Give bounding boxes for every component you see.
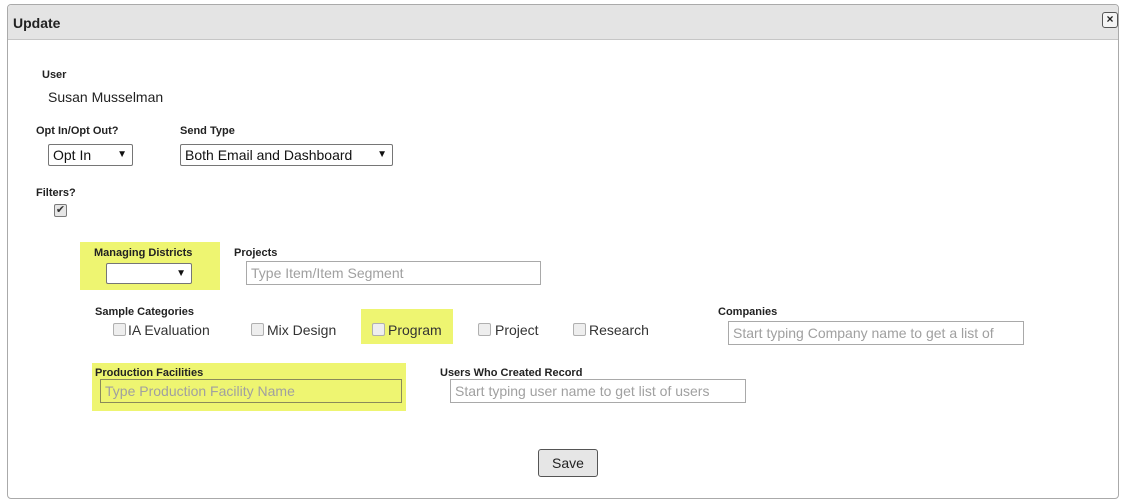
close-icon: × — [1106, 12, 1114, 26]
dialog-title: Update — [13, 15, 61, 31]
chevron-down-icon: ▼ — [176, 268, 186, 279]
ia-evaluation-checkbox[interactable] — [113, 323, 126, 336]
filters-label: Filters? — [36, 187, 76, 199]
program-label: Program — [388, 322, 442, 338]
checkmark-icon: ✔ — [55, 204, 66, 216]
send-type-select-value: Both Email and Dashboard — [185, 147, 353, 163]
companies-label: Companies — [718, 306, 778, 318]
chevron-down-icon: ▼ — [117, 149, 127, 160]
managing-districts-select[interactable]: ▼ — [106, 263, 192, 284]
update-dialog: Update × User Susan Musselman Opt In/Opt… — [7, 4, 1119, 499]
production-facilities-input[interactable]: Type Production Facility Name — [100, 379, 402, 403]
managing-districts-label: Managing Districts — [94, 247, 193, 259]
send-type-label: Send Type — [180, 125, 235, 137]
send-type-select[interactable]: Both Email and Dashboard ▼ — [180, 144, 393, 166]
program-checkbox[interactable] — [372, 323, 385, 336]
user-value: Susan Musselman — [48, 89, 164, 105]
project-checkbox[interactable] — [478, 323, 491, 336]
research-checkbox[interactable] — [573, 323, 586, 336]
chevron-down-icon: ▼ — [377, 149, 387, 160]
production-facilities-label: Production Facilities — [95, 367, 204, 379]
mix-design-label: Mix Design — [267, 322, 337, 338]
users-created-label: Users Who Created Record — [440, 367, 583, 379]
projects-input[interactable]: Type Item/Item Segment — [246, 261, 541, 285]
opt-select[interactable]: Opt In ▼ — [48, 144, 133, 166]
dialog-titlebar[interactable]: Update × — [8, 5, 1118, 40]
companies-input[interactable]: Start typing Company name to get a list … — [728, 321, 1024, 345]
project-label: Project — [495, 322, 539, 338]
projects-label: Projects — [234, 247, 278, 259]
filters-checkbox[interactable]: ✔ — [54, 204, 67, 217]
opt-label: Opt In/Opt Out? — [36, 125, 119, 137]
users-created-input[interactable]: Start typing user name to get list of us… — [450, 379, 746, 403]
production-facilities-placeholder: Type Production Facility Name — [105, 383, 295, 399]
research-label: Research — [589, 322, 649, 338]
sample-categories-label: Sample Categories — [95, 306, 195, 318]
projects-placeholder: Type Item/Item Segment — [251, 265, 404, 281]
users-created-placeholder: Start typing user name to get list of us… — [455, 383, 710, 399]
close-button[interactable]: × — [1102, 12, 1118, 28]
companies-placeholder: Start typing Company name to get a list … — [733, 325, 994, 341]
mix-design-checkbox[interactable] — [251, 323, 264, 336]
save-button[interactable]: Save — [538, 449, 598, 477]
ia-evaluation-label: IA Evaluation — [128, 322, 210, 338]
opt-select-value: Opt In — [53, 147, 92, 163]
user-label: User — [42, 69, 67, 81]
